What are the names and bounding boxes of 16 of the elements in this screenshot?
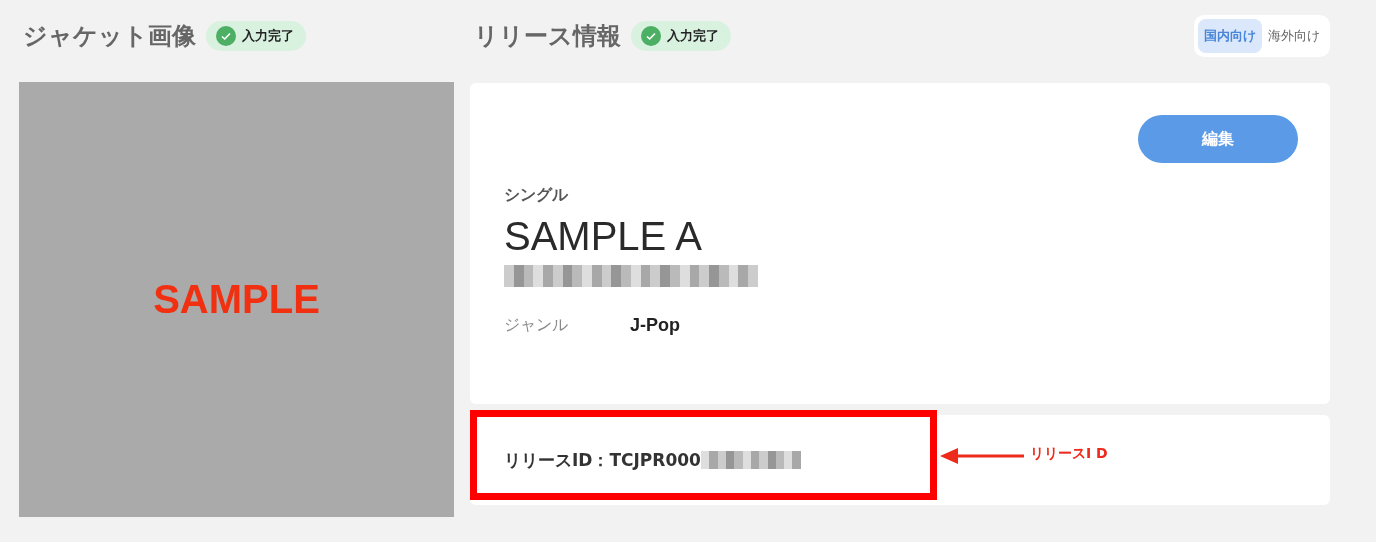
edit-button[interactable]: 編集 — [1138, 115, 1298, 163]
check-icon — [641, 26, 661, 46]
check-icon — [216, 26, 236, 46]
status-text: 入力完了 — [242, 27, 294, 45]
release-id: リリースID：TCJPR000 — [504, 448, 701, 472]
release-title: SAMPLE A — [504, 214, 703, 259]
section-title: ジャケット画像 — [23, 21, 196, 52]
region-tab[interactable]: 国内向け — [1198, 19, 1262, 53]
section-title: リリース情報 — [474, 21, 621, 52]
release-type: シングル — [504, 185, 569, 206]
sample-text: SAMPLE — [153, 277, 320, 322]
field-value: J-Pop — [630, 315, 680, 336]
region-tab[interactable]: 海外向け — [1262, 19, 1326, 53]
annotation-label: リリースI D — [1030, 445, 1108, 463]
field-label: ジャンル — [504, 315, 569, 336]
status-text: 入力完了 — [667, 27, 719, 45]
